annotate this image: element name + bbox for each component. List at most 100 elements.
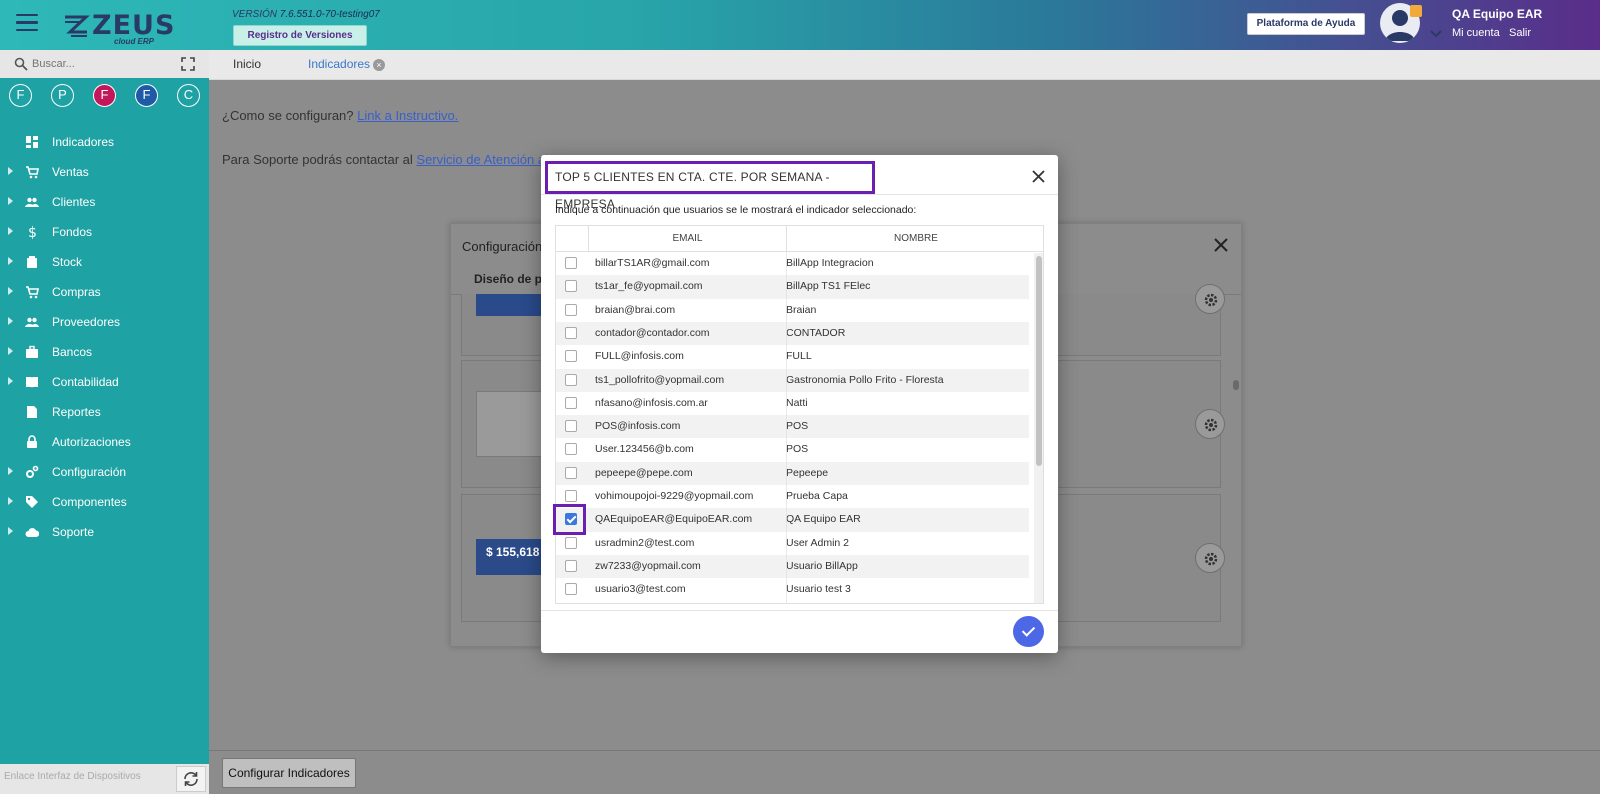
sidebar-item-label: Autorizaciones	[52, 435, 131, 449]
row-checkbox[interactable]	[565, 373, 577, 386]
row-checkbox[interactable]	[565, 559, 577, 572]
sidebar-item-label: Fondos	[52, 225, 93, 239]
row-checkbox[interactable]	[565, 536, 577, 549]
app-header: ZEUS cloud ERP VERSIÓN 7.6.551.0-70-test…	[0, 0, 1600, 50]
settings-button[interactable]	[1195, 284, 1225, 314]
table-scrollbar[interactable]	[1034, 253, 1043, 603]
table-row[interactable]: zw7233@yopmail.com Usuario BillApp	[556, 554, 1029, 579]
quick-access-f3[interactable]: F	[135, 84, 158, 107]
logout-link[interactable]: Salir	[1509, 27, 1531, 39]
dialog-tab-design[interactable]: Diseño de pa	[474, 272, 549, 286]
quick-access-f1[interactable]: F	[9, 84, 32, 107]
support-link[interactable]: Servicio de Atención al	[416, 152, 548, 167]
sidebar-item-reportes[interactable]: Reportes	[0, 397, 209, 427]
column-header-email[interactable]: EMAIL	[589, 226, 787, 252]
table-row[interactable]: pepeepe@pepe.com Pepeepe	[556, 461, 1029, 485]
table-row[interactable]: ts1_pollofrito@yopmail.com Gastronomia Po…	[556, 368, 1029, 392]
scrollbar-thumb[interactable]	[1036, 256, 1042, 466]
table-row[interactable]: usuario3@test.com Usuario test 3	[556, 578, 1029, 601]
selection-highlight	[553, 504, 586, 535]
sidebar-item-bancos[interactable]: Bancos	[0, 337, 209, 367]
device-interface-link[interactable]: Enlace Interfaz de Dispositivos	[4, 771, 141, 782]
instructions-link[interactable]: Link a Instructivo.	[357, 108, 458, 123]
row-checkbox[interactable]	[565, 303, 577, 316]
cell-name: POS	[786, 443, 809, 456]
sidebar-item-clientes[interactable]: Clientes	[0, 187, 209, 217]
modal-description: Indique a continuación que usuarios se l…	[555, 204, 917, 216]
cell-email: User.123456@b.com	[595, 443, 694, 456]
sidebar-search	[0, 50, 209, 78]
sidebar-item-componentes[interactable]: Componentes	[0, 487, 209, 517]
configure-indicators-button[interactable]: Configurar Indicadores	[222, 758, 356, 788]
cell-name: QA Equipo EAR	[786, 513, 861, 526]
version-value: 7.6.551.0-70-testing07	[279, 9, 380, 20]
quick-access-c[interactable]: C	[177, 84, 200, 107]
row-checkbox[interactable]	[565, 326, 577, 339]
sidebar-search-input[interactable]	[32, 55, 172, 73]
dialog-title: Configuración	[462, 239, 543, 254]
sync-icon	[184, 772, 198, 786]
row-checkbox[interactable]	[565, 280, 577, 293]
expand-arrow-icon	[8, 377, 13, 385]
table-row[interactable]: QAEquipoEAR@EquipoEAR.com QA Equipo EAR	[556, 508, 1029, 532]
table-row[interactable]: contador@contador.com CONTADOR	[556, 321, 1029, 346]
row-checkbox[interactable]	[565, 350, 577, 363]
table-row[interactable]: ts1ar_fe@yopmail.com BillApp TS1 FElec	[556, 275, 1029, 299]
sidebar-item-autorizaciones[interactable]: Autorizaciones	[0, 427, 209, 457]
settings-button[interactable]	[1195, 543, 1225, 573]
quick-access-f2[interactable]: F	[93, 84, 116, 107]
logo-subtitle: cloud ERP	[114, 37, 155, 46]
close-icon[interactable]	[1031, 169, 1046, 184]
table-row[interactable]: POS@infosis.com POS	[556, 415, 1029, 439]
sidebar-item-label: Compras	[52, 285, 101, 299]
quick-access-p[interactable]: P	[51, 84, 74, 107]
row-checkbox[interactable]	[565, 490, 577, 502]
sidebar-item-stock[interactable]: Stock	[0, 247, 209, 277]
close-icon[interactable]	[1213, 237, 1229, 253]
row-checkbox[interactable]	[565, 583, 577, 596]
table-row[interactable]: FULL@infosis.com FULL	[556, 345, 1029, 368]
tab-indicadores[interactable]: Indicadores	[308, 57, 370, 71]
column-header-name[interactable]: NOMBRE	[787, 226, 1043, 252]
settings-button[interactable]	[1195, 409, 1225, 439]
table-row[interactable]: braian@brai.com Braian	[556, 299, 1029, 322]
sidebar-item-ventas[interactable]: Ventas	[0, 157, 209, 187]
tab-inicio[interactable]: Inicio	[233, 57, 261, 71]
cell-name: User Admin 2	[786, 536, 850, 549]
table-row[interactable]: User.123456@b.com POS	[556, 438, 1029, 461]
sidebar-item-fondos[interactable]: $ Fondos	[0, 217, 209, 247]
row-checkbox[interactable]	[565, 396, 577, 409]
row-checkbox[interactable]	[565, 420, 577, 433]
sidebar-item-soporte[interactable]: Soporte	[0, 517, 209, 547]
row-checkbox[interactable]	[565, 466, 577, 479]
sidebar-item-indicadores[interactable]: Indicadores	[0, 127, 209, 157]
table-row[interactable]: billarTS1AR@gmail.com BillApp Integracion	[556, 252, 1029, 275]
sidebar-item-proveedores[interactable]: Proveedores	[0, 307, 209, 337]
help-platform-button[interactable]: Plataforma de Ayuda	[1247, 13, 1365, 35]
sync-button[interactable]	[176, 766, 206, 792]
table-row[interactable]: vohimoupojoi-9229@yopmail.com Prueba Capa	[556, 485, 1029, 508]
table-row[interactable]: usradmin2@test.com User Admin 2	[556, 532, 1029, 555]
zeus-logo-mark-icon	[65, 15, 90, 37]
cell-email: usuario3@test.com	[595, 583, 686, 596]
sidebar-item-compras[interactable]: Compras	[0, 277, 209, 307]
select-all-column[interactable]	[556, 226, 589, 252]
dialog-scrollbar[interactable]	[1233, 380, 1239, 390]
hamburger-menu-icon[interactable]	[16, 14, 38, 32]
row-checkbox[interactable]	[565, 443, 577, 456]
sidebar-item-configuracion[interactable]: Configuración	[0, 457, 209, 487]
lock-icon	[27, 435, 37, 448]
chevron-down-icon[interactable]	[1430, 29, 1442, 39]
confirm-button[interactable]	[1013, 616, 1044, 647]
expand-arrow-icon	[8, 197, 13, 205]
cell-email: usradmin2@test.com	[595, 536, 695, 549]
sidebar-item-contabilidad[interactable]: Contabilidad	[0, 367, 209, 397]
close-tab-icon[interactable]: ×	[373, 59, 385, 71]
cell-email: vohimoupojoi-9229@yopmail.com	[595, 490, 754, 502]
table-row[interactable]: nfasano@infosis.com.ar Natti	[556, 392, 1029, 415]
version-log-button[interactable]: Registro de Versiones	[233, 25, 367, 46]
fullscreen-icon[interactable]	[181, 57, 195, 71]
my-account-link[interactable]: Mi cuenta	[1452, 27, 1500, 39]
row-checkbox[interactable]	[565, 257, 577, 269]
zeus-logo[interactable]: ZEUS cloud ERP	[62, 10, 174, 46]
